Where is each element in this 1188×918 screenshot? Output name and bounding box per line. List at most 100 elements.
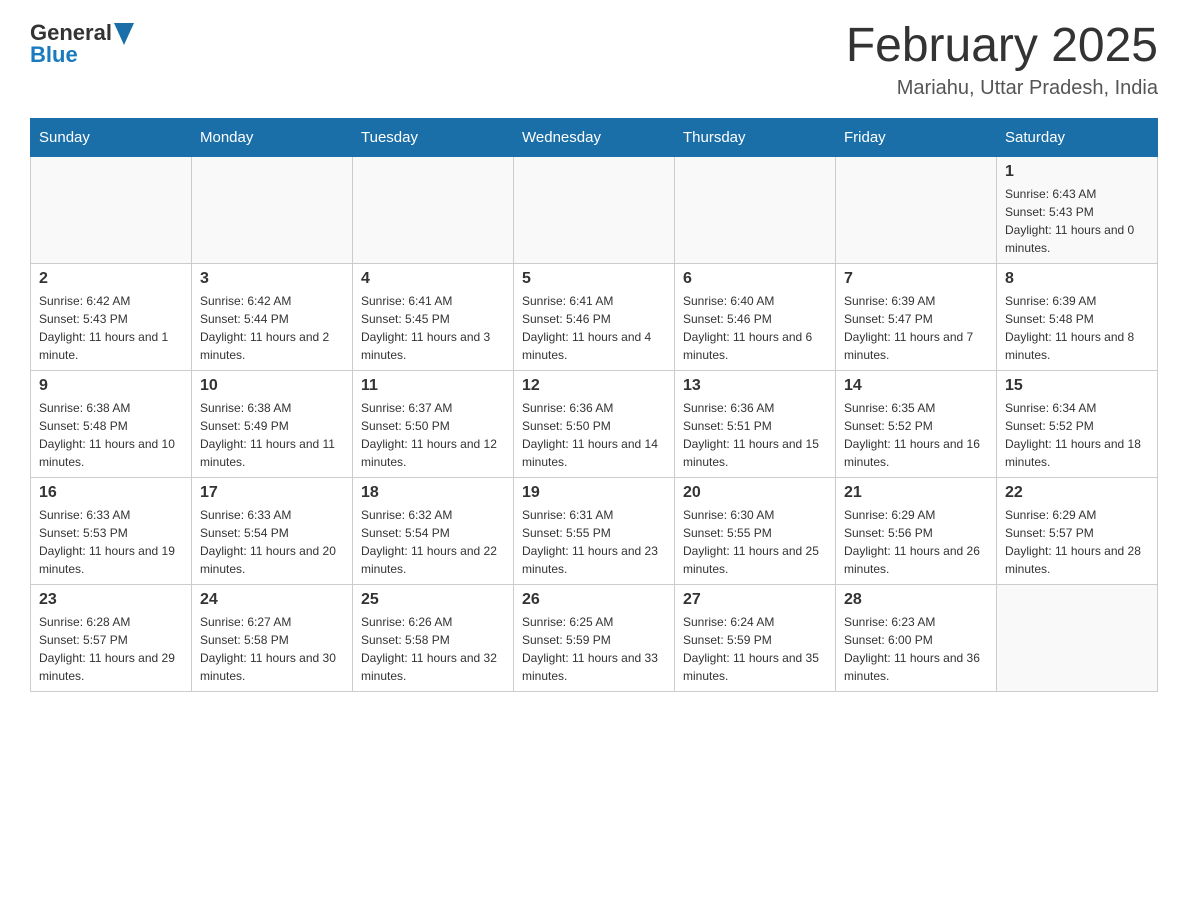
day-number: 3 — [200, 270, 344, 288]
calendar-cell: 13 Sunrise: 6:36 AMSunset: 5:51 PMDayligh… — [675, 370, 836, 477]
day-info: Sunrise: 6:23 AMSunset: 6:00 PMDaylight:… — [844, 613, 988, 685]
location-title: Mariahu, Uttar Pradesh, India — [846, 77, 1158, 100]
day-number: 25 — [361, 591, 505, 609]
calendar-cell: 12 Sunrise: 6:36 AMSunset: 5:50 PMDayligh… — [514, 370, 675, 477]
day-info: Sunrise: 6:40 AMSunset: 5:46 PMDaylight:… — [683, 292, 827, 364]
day-info: Sunrise: 6:35 AMSunset: 5:52 PMDaylight:… — [844, 399, 988, 471]
calendar-cell: 5 Sunrise: 6:41 AMSunset: 5:46 PMDaylight… — [514, 263, 675, 370]
day-number: 8 — [1005, 270, 1149, 288]
day-number: 13 — [683, 377, 827, 395]
day-number: 6 — [683, 270, 827, 288]
calendar-cell: 27Sunrise: 6:24 AMSunset: 5:59 PMDayligh… — [675, 584, 836, 691]
logo: General Blue — [30, 20, 134, 68]
day-info: Sunrise: 6:43 AMSunset: 5:43 PMDaylight:… — [1005, 185, 1149, 257]
header-monday: Monday — [192, 118, 353, 156]
calendar-cell: 17 Sunrise: 6:33 AMSunset: 5:54 PMDayligh… — [192, 477, 353, 584]
day-info: Sunrise: 6:38 AMSunset: 5:49 PMDaylight:… — [200, 399, 344, 471]
day-number: 19 — [522, 484, 666, 502]
day-info: Sunrise: 6:42 AMSunset: 5:43 PMDaylight:… — [39, 292, 183, 364]
calendar-cell: 8 Sunrise: 6:39 AMSunset: 5:48 PMDaylight… — [997, 263, 1158, 370]
day-info: Sunrise: 6:27 AMSunset: 5:58 PMDaylight:… — [200, 613, 344, 685]
day-info: Sunrise: 6:36 AMSunset: 5:51 PMDaylight:… — [683, 399, 827, 471]
day-number: 26 — [522, 591, 666, 609]
day-info: Sunrise: 6:41 AMSunset: 5:45 PMDaylight:… — [361, 292, 505, 364]
header-wednesday: Wednesday — [514, 118, 675, 156]
day-info: Sunrise: 6:32 AMSunset: 5:54 PMDaylight:… — [361, 506, 505, 578]
day-info: Sunrise: 6:37 AMSunset: 5:50 PMDaylight:… — [361, 399, 505, 471]
calendar-cell: 6 Sunrise: 6:40 AMSunset: 5:46 PMDaylight… — [675, 263, 836, 370]
calendar-cell: 22 Sunrise: 6:29 AMSunset: 5:57 PMDayligh… — [997, 477, 1158, 584]
calendar-cell: 9 Sunrise: 6:38 AMSunset: 5:48 PMDaylight… — [31, 370, 192, 477]
calendar-cell — [31, 156, 192, 263]
calendar-cell: 16Sunrise: 6:33 AMSunset: 5:53 PMDayligh… — [31, 477, 192, 584]
day-number: 14 — [844, 377, 988, 395]
day-number: 28 — [844, 591, 988, 609]
day-number: 24 — [200, 591, 344, 609]
page-header: General Blue February 2025 Mariahu, Utta… — [30, 20, 1158, 100]
day-info: Sunrise: 6:30 AMSunset: 5:55 PMDaylight:… — [683, 506, 827, 578]
calendar-cell: 25 Sunrise: 6:26 AMSunset: 5:58 PMDayligh… — [353, 584, 514, 691]
header-sunday: Sunday — [31, 118, 192, 156]
calendar-cell: 14 Sunrise: 6:35 AMSunset: 5:52 PMDayligh… — [836, 370, 997, 477]
calendar-cell — [514, 156, 675, 263]
calendar-header-row: SundayMondayTuesdayWednesdayThursdayFrid… — [31, 118, 1158, 156]
calendar-cell — [675, 156, 836, 263]
logo-arrow-icon — [114, 23, 134, 45]
day-number: 21 — [844, 484, 988, 502]
calendar-cell — [353, 156, 514, 263]
day-number: 12 — [522, 377, 666, 395]
calendar-cell — [997, 584, 1158, 691]
day-info: Sunrise: 6:34 AMSunset: 5:52 PMDaylight:… — [1005, 399, 1149, 471]
day-info: Sunrise: 6:29 AMSunset: 5:56 PMDaylight:… — [844, 506, 988, 578]
calendar-cell: 21 Sunrise: 6:29 AMSunset: 5:56 PMDayligh… — [836, 477, 997, 584]
header-saturday: Saturday — [997, 118, 1158, 156]
title-section: February 2025 Mariahu, Uttar Pradesh, In… — [846, 20, 1158, 100]
day-number: 1 — [1005, 163, 1149, 181]
day-info: Sunrise: 6:29 AMSunset: 5:57 PMDaylight:… — [1005, 506, 1149, 578]
day-info: Sunrise: 6:41 AMSunset: 5:46 PMDaylight:… — [522, 292, 666, 364]
day-info: Sunrise: 6:38 AMSunset: 5:48 PMDaylight:… — [39, 399, 183, 471]
calendar-cell: 19 Sunrise: 6:31 AMSunset: 5:55 PMDayligh… — [514, 477, 675, 584]
calendar-cell — [836, 156, 997, 263]
calendar-cell: 2 Sunrise: 6:42 AMSunset: 5:43 PMDaylight… — [31, 263, 192, 370]
day-info: Sunrise: 6:25 AMSunset: 5:59 PMDaylight:… — [522, 613, 666, 685]
calendar-cell: 11 Sunrise: 6:37 AMSunset: 5:50 PMDayligh… — [353, 370, 514, 477]
header-thursday: Thursday — [675, 118, 836, 156]
day-info: Sunrise: 6:39 AMSunset: 5:48 PMDaylight:… — [1005, 292, 1149, 364]
logo-text-blue: Blue — [30, 42, 78, 68]
header-friday: Friday — [836, 118, 997, 156]
day-info: Sunrise: 6:28 AMSunset: 5:57 PMDaylight:… — [39, 613, 183, 685]
day-number: 2 — [39, 270, 183, 288]
calendar-week-row: 23 Sunrise: 6:28 AMSunset: 5:57 PMDayligh… — [31, 584, 1158, 691]
calendar-cell: 20 Sunrise: 6:30 AMSunset: 5:55 PMDayligh… — [675, 477, 836, 584]
day-number: 5 — [522, 270, 666, 288]
calendar-cell: 4Sunrise: 6:41 AMSunset: 5:45 PMDaylight… — [353, 263, 514, 370]
calendar-week-row: 2 Sunrise: 6:42 AMSunset: 5:43 PMDaylight… — [31, 263, 1158, 370]
day-info: Sunrise: 6:36 AMSunset: 5:50 PMDaylight:… — [522, 399, 666, 471]
calendar-cell: 3 Sunrise: 6:42 AMSunset: 5:44 PMDaylight… — [192, 263, 353, 370]
day-info: Sunrise: 6:42 AMSunset: 5:44 PMDaylight:… — [200, 292, 344, 364]
day-info: Sunrise: 6:33 AMSunset: 5:53 PMDaylight:… — [39, 506, 183, 578]
day-number: 22 — [1005, 484, 1149, 502]
day-number: 9 — [39, 377, 183, 395]
month-title: February 2025 — [846, 20, 1158, 73]
calendar-cell: 28 Sunrise: 6:23 AMSunset: 6:00 PMDayligh… — [836, 584, 997, 691]
calendar-cell: 7Sunrise: 6:39 AMSunset: 5:47 PMDaylight… — [836, 263, 997, 370]
day-info: Sunrise: 6:31 AMSunset: 5:55 PMDaylight:… — [522, 506, 666, 578]
day-number: 17 — [200, 484, 344, 502]
day-number: 10 — [200, 377, 344, 395]
day-number: 11 — [361, 377, 505, 395]
calendar-cell: 10 Sunrise: 6:38 AMSunset: 5:49 PMDayligh… — [192, 370, 353, 477]
calendar-week-row: 9 Sunrise: 6:38 AMSunset: 5:48 PMDaylight… — [31, 370, 1158, 477]
day-number: 23 — [39, 591, 183, 609]
day-info: Sunrise: 6:26 AMSunset: 5:58 PMDaylight:… — [361, 613, 505, 685]
day-info: Sunrise: 6:33 AMSunset: 5:54 PMDaylight:… — [200, 506, 344, 578]
day-number: 15 — [1005, 377, 1149, 395]
calendar-cell: 26 Sunrise: 6:25 AMSunset: 5:59 PMDayligh… — [514, 584, 675, 691]
calendar-cell: 24 Sunrise: 6:27 AMSunset: 5:58 PMDayligh… — [192, 584, 353, 691]
calendar-cell: 18Sunrise: 6:32 AMSunset: 5:54 PMDayligh… — [353, 477, 514, 584]
calendar-table: SundayMondayTuesdayWednesdayThursdayFrid… — [30, 118, 1158, 692]
header-tuesday: Tuesday — [353, 118, 514, 156]
day-number: 20 — [683, 484, 827, 502]
calendar-cell: 23 Sunrise: 6:28 AMSunset: 5:57 PMDayligh… — [31, 584, 192, 691]
